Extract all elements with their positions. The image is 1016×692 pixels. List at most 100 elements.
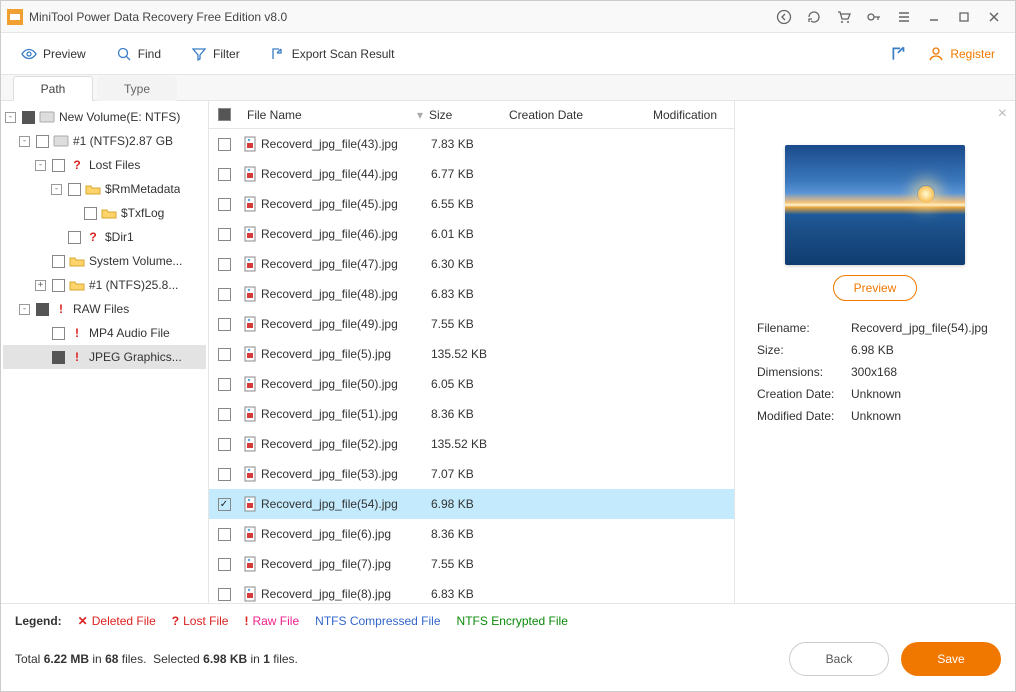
file-row[interactable]: Recoverd_jpg_file(54).jpg6.98 KB [209, 489, 734, 519]
file-row[interactable]: Recoverd_jpg_file(50).jpg6.05 KB [209, 369, 734, 399]
tree-sysvol[interactable]: System Volume... [3, 249, 206, 273]
file-row[interactable]: Recoverd_jpg_file(5).jpg135.52 KB [209, 339, 734, 369]
row-checkbox[interactable] [209, 318, 239, 331]
row-checkbox[interactable] [209, 198, 239, 211]
image-file-icon [239, 436, 261, 452]
file-name: Recoverd_jpg_file(50).jpg [261, 377, 431, 391]
image-file-icon [239, 586, 261, 602]
legend-lost: Lost File [183, 614, 228, 628]
tree-lost-files[interactable]: -?Lost Files [3, 153, 206, 177]
file-row[interactable]: Recoverd_jpg_file(7).jpg7.55 KB [209, 549, 734, 579]
close-preview-icon[interactable]: × [998, 105, 1007, 123]
row-checkbox[interactable] [209, 228, 239, 241]
tab-type[interactable]: Type [97, 76, 177, 101]
file-size: 7.55 KB [431, 557, 511, 571]
file-row[interactable]: Recoverd_jpg_file(49).jpg7.55 KB [209, 309, 734, 339]
file-size: 7.07 KB [431, 467, 511, 481]
file-name: Recoverd_jpg_file(49).jpg [261, 317, 431, 331]
tree-mp4[interactable]: !MP4 Audio File [3, 321, 206, 345]
row-checkbox[interactable] [209, 348, 239, 361]
col-filename[interactable]: File Name▾ [239, 108, 429, 122]
col-creation[interactable]: Creation Date [509, 108, 653, 122]
folder-tree[interactable]: -New Volume(E: NTFS) -#1 (NTFS)2.87 GB -… [1, 101, 209, 603]
close-button[interactable] [979, 3, 1009, 31]
cart-icon[interactable] [829, 3, 859, 31]
export-button[interactable]: Export Scan Result [260, 40, 405, 68]
file-size: 6.30 KB [431, 257, 511, 271]
row-checkbox[interactable] [209, 138, 239, 151]
file-row[interactable]: Recoverd_jpg_file(47).jpg6.30 KB [209, 249, 734, 279]
file-name: Recoverd_jpg_file(43).jpg [261, 137, 431, 151]
tree-jpeg[interactable]: !JPEG Graphics... [3, 345, 206, 369]
image-file-icon [239, 376, 261, 392]
nav-back-icon[interactable] [769, 3, 799, 31]
save-button[interactable]: Save [901, 642, 1001, 676]
tab-path[interactable]: Path [13, 76, 93, 101]
menu-icon[interactable] [889, 3, 919, 31]
file-name: Recoverd_jpg_file(53).jpg [261, 467, 431, 481]
meta-val-dim: 300x168 [851, 365, 993, 379]
file-row[interactable]: Recoverd_jpg_file(51).jpg8.36 KB [209, 399, 734, 429]
row-checkbox[interactable] [209, 468, 239, 481]
row-checkbox[interactable] [209, 258, 239, 271]
preview-button[interactable]: Preview [11, 40, 96, 68]
tree-raw[interactable]: -!RAW Files [3, 297, 206, 321]
row-checkbox[interactable] [209, 288, 239, 301]
eye-icon [21, 46, 37, 62]
file-size: 8.36 KB [431, 407, 511, 421]
tree-root[interactable]: -New Volume(E: NTFS) [3, 105, 206, 129]
minimize-button[interactable] [919, 3, 949, 31]
meta-key-size: Size: [757, 343, 851, 357]
image-file-icon [239, 346, 261, 362]
key-icon[interactable] [859, 3, 889, 31]
row-checkbox[interactable] [209, 528, 239, 541]
row-checkbox[interactable] [209, 498, 239, 511]
row-checkbox[interactable] [209, 408, 239, 421]
tree-drive2[interactable]: +#1 (NTFS)25.8... [3, 273, 206, 297]
toolbar: Preview Find Filter Export Scan Result R… [1, 33, 1015, 75]
status-text: Total 6.22 MB in 68 files. Selected 6.98… [15, 652, 298, 666]
row-checkbox[interactable] [209, 438, 239, 451]
image-file-icon [239, 556, 261, 572]
file-size: 6.83 KB [431, 287, 511, 301]
tree-dir1[interactable]: ?$Dir1 [3, 225, 206, 249]
col-modification[interactable]: Modification [653, 108, 723, 122]
maximize-button[interactable] [949, 3, 979, 31]
tree-rmmetadata[interactable]: -$RmMetadata [3, 177, 206, 201]
back-button[interactable]: Back [789, 642, 889, 676]
legend-ntfscomp: NTFS Compressed File [315, 614, 440, 628]
preview-open-button[interactable]: Preview [833, 275, 917, 301]
file-row[interactable]: Recoverd_jpg_file(8).jpg6.83 KB [209, 579, 734, 603]
select-all-checkbox[interactable] [209, 108, 239, 121]
sort-desc-icon: ▾ [417, 108, 423, 122]
file-row[interactable]: Recoverd_jpg_file(53).jpg7.07 KB [209, 459, 734, 489]
file-row[interactable]: Recoverd_jpg_file(43).jpg7.83 KB [209, 129, 734, 159]
share-button[interactable] [884, 39, 914, 69]
col-size[interactable]: Size [429, 108, 509, 122]
row-checkbox[interactable] [209, 588, 239, 601]
image-file-icon [239, 226, 261, 242]
filter-button[interactable]: Filter [181, 40, 250, 68]
file-row[interactable]: Recoverd_jpg_file(6).jpg8.36 KB [209, 519, 734, 549]
tree-txflog[interactable]: $TxfLog [3, 201, 206, 225]
row-checkbox[interactable] [209, 558, 239, 571]
row-checkbox[interactable] [209, 168, 239, 181]
row-checkbox[interactable] [209, 378, 239, 391]
file-list[interactable]: Recoverd_jpg_file(43).jpg7.83 KBRecoverd… [209, 129, 734, 603]
register-button[interactable]: Register [918, 40, 1005, 68]
file-name: Recoverd_jpg_file(51).jpg [261, 407, 431, 421]
file-row[interactable]: Recoverd_jpg_file(46).jpg6.01 KB [209, 219, 734, 249]
file-row[interactable]: Recoverd_jpg_file(48).jpg6.83 KB [209, 279, 734, 309]
file-row[interactable]: Recoverd_jpg_file(52).jpg135.52 KB [209, 429, 734, 459]
file-size: 6.83 KB [431, 587, 511, 601]
file-name: Recoverd_jpg_file(54).jpg [261, 497, 431, 511]
file-row[interactable]: Recoverd_jpg_file(45).jpg6.55 KB [209, 189, 734, 219]
register-label: Register [950, 47, 995, 61]
refresh-icon[interactable] [799, 3, 829, 31]
find-label: Find [138, 47, 161, 61]
tree-drive1[interactable]: -#1 (NTFS)2.87 GB [3, 129, 206, 153]
meta-key-dim: Dimensions: [757, 365, 851, 379]
legend-deleted: Deleted File [92, 614, 156, 628]
find-button[interactable]: Find [106, 40, 171, 68]
file-row[interactable]: Recoverd_jpg_file(44).jpg6.77 KB [209, 159, 734, 189]
